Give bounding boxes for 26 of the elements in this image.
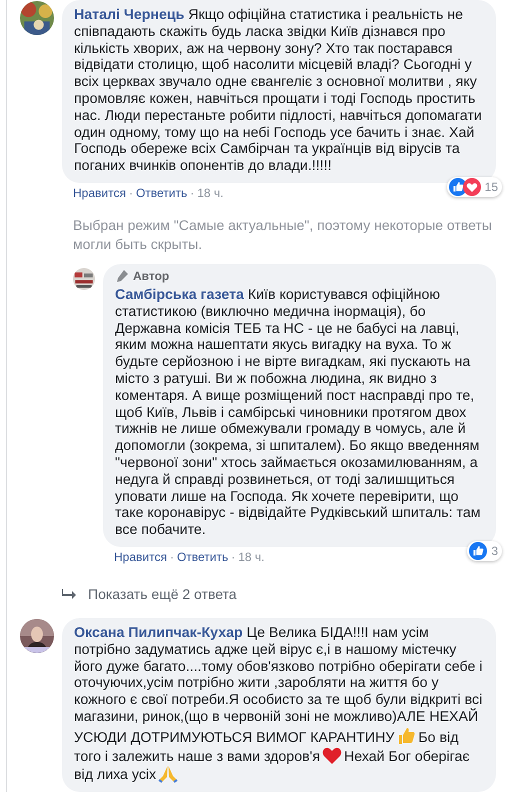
reply-link[interactable]: Ответить — [136, 186, 188, 200]
author-link[interactable]: Наталі Чернець — [74, 7, 184, 23]
like-link[interactable]: Нравится — [73, 186, 126, 200]
show-more-replies-link[interactable]: Показать ещё 2 ответа — [88, 586, 237, 602]
separator-dot: · — [170, 550, 174, 564]
notice-text: Выбран режим "Самые актуальные", поэтому некоторые ответы могли быть скрыты. — [73, 216, 493, 254]
author-link[interactable]: Самбірська газета — [115, 286, 244, 303]
reply-arrow-icon — [62, 588, 76, 599]
pen-icon — [115, 268, 129, 283]
like-reaction-icon — [469, 542, 488, 560]
comment-text: Оксана Пилипчак-Кухар Це Велика БІДА!!!І нам усім потрібно задуматись адже цей вірус є,і в нашому містечку його дуже багато....тому обов'язково потрібно оберігати себе і оточуючих,усім потрібно жити ,заробляти на життя бо у кожного є свої потреби.Я особисто за те щоб були відкриті всі магазини, ринок,(що в червоній зоні не можливо)АЛЕ НЕХАЙ УСЮДИ ДОТРИМУЮТЬСЯ ВИМОГ КАРАНТИНУ Бо від того і залежить наше з вами здоров'я Нехай Бог оберігає від лиха усіх — [74, 624, 484, 784]
separator-dot: · — [128, 186, 133, 200]
like-link[interactable]: Нравится — [114, 550, 167, 564]
comment-text: Самбірська газета Київ користувався офіційною статистикою (виключно медична інормація), бо Державна комісія ТЕБ та НС - це не бабусі на лавці, яким можна нашептати якусь вигадку на вуха. То ж будьте серйозною і не вірте вигадкам, які пускають на місто з ратуші. Ви ж побожна людина, як видно з коментаря. А вище розміщений пост насправді про те, щоб Київ, Львів і самбірські чиновники протягом двох тижнів не лише обмежували громаду в чомусь, але й допомогли (зокрема, зі шпиталем). Бо якщо введенням "червоної зони" хтось займається окозамилюванням, а недуга й справді розвинеться, от тоді залишщиться уповати лише на Господа. Як хочете перевірити, що таке коронавірус - відвідайте Рудківський шпиталь: там все побачите. — [115, 286, 482, 539]
heart-icon — [322, 746, 342, 764]
reaction-count: 3 — [491, 544, 498, 558]
reply-link[interactable]: Ответить — [176, 550, 228, 564]
separator-dot: · — [231, 550, 236, 564]
author-label: Автор — [133, 268, 170, 283]
thumbs-up-icon — [396, 726, 416, 746]
praying-hands-icon — [158, 765, 178, 784]
separator-dot: · — [190, 186, 194, 200]
author-link[interactable]: Оксана Пилипчак-Кухар — [74, 624, 243, 641]
comment-text: Наталі Чернець Якщо офіційна статистика і реальність не співпадають скажіть будь ласка звідки Київ дізнався про кількість хворих, аж на червону зону? Хто так постарався відвідати столицю, щоб насолити місцевій владі? Сьогодні у всіх церквах звучало одне євангеліє з основної молитви , яку промовляє кожен, навчіться прощати і тоді Господь простить нас. Люди перестаньте робити підлості, навчіться допомагати один одному, тому що на небі Господь усе бачить і знає. Хай Господь обереже всіх Самбірчан та українців від вірусів та поганих вчинків опонентів до влади.!!!!! — [74, 7, 483, 175]
reaction-count: 15 — [484, 180, 498, 194]
heart-reaction-icon — [462, 178, 481, 196]
